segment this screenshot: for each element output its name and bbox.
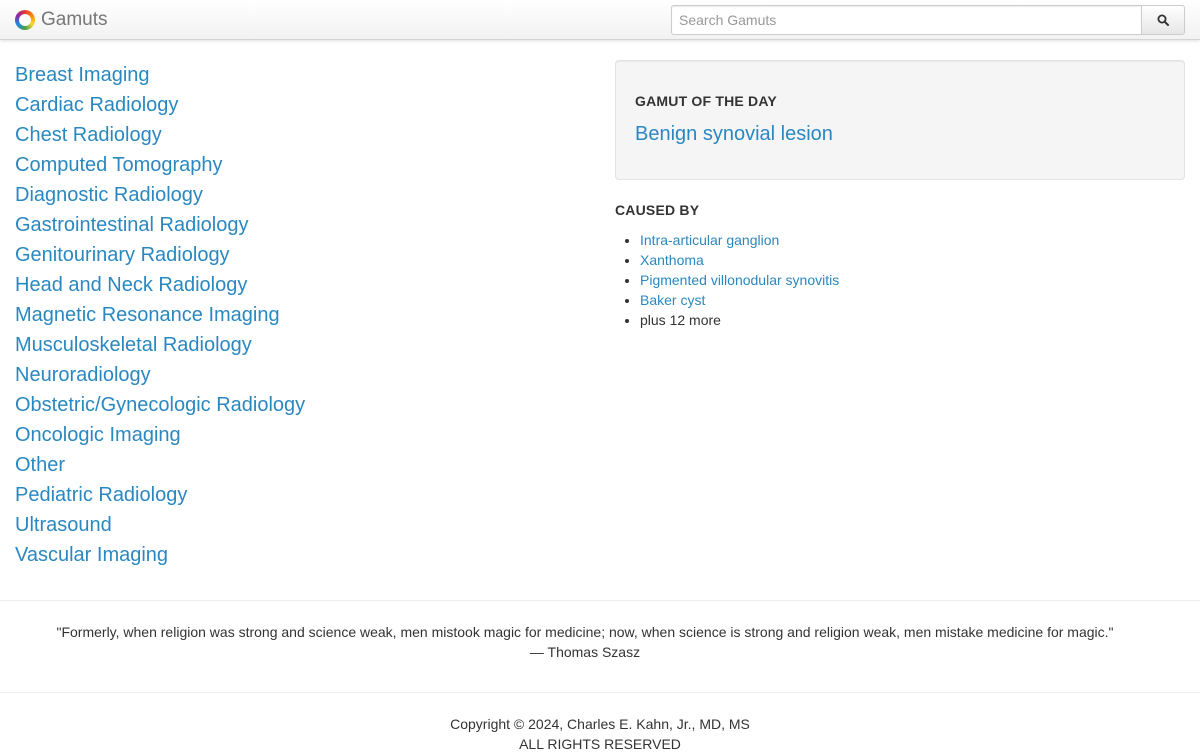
specialty-link[interactable]: Other <box>15 454 65 476</box>
list-item: Computed Tomography <box>15 150 575 180</box>
quote-text: "Formerly, when religion was strong and … <box>56 624 1114 640</box>
specialty-link[interactable]: Genitourinary Radiology <box>15 244 230 266</box>
divider <box>0 600 1200 601</box>
specialty-link[interactable]: Oncologic Imaging <box>15 424 181 446</box>
list-item: Baker cyst <box>640 290 839 310</box>
specialty-link[interactable]: Head and Neck Radiology <box>15 274 247 296</box>
search-button[interactable] <box>1141 5 1185 35</box>
list-item: Magnetic Resonance Imaging <box>15 300 575 330</box>
specialty-link[interactable]: Neuroradiology <box>15 364 151 386</box>
specialty-link[interactable]: Diagnostic Radiology <box>15 184 203 206</box>
list-item: plus 12 more <box>640 310 839 330</box>
list-item: Gastrointestinal Radiology <box>15 210 575 240</box>
search-icon <box>1157 14 1169 26</box>
caused-by-heading: CAUSED BY <box>615 202 700 218</box>
divider <box>0 692 1200 693</box>
rights-text: ALL RIGHTS RESERVED <box>519 736 681 752</box>
search-form <box>671 5 1185 35</box>
quote-block: "Formerly, when religion was strong and … <box>0 622 1170 662</box>
specialty-link[interactable]: Obstetric/Gynecologic Radiology <box>15 394 305 416</box>
specialty-link[interactable]: Gastrointestinal Radiology <box>15 214 248 236</box>
more-causes-text: plus 12 more <box>640 312 721 328</box>
list-item: Genitourinary Radiology <box>15 240 575 270</box>
cause-link[interactable]: Baker cyst <box>640 292 705 308</box>
list-item: Chest Radiology <box>15 120 575 150</box>
list-item: Diagnostic Radiology <box>15 180 575 210</box>
gamut-of-the-day-link[interactable]: Benign synovial lesion <box>635 123 833 146</box>
list-item: Ultrasound <box>15 510 575 540</box>
list-item: Obstetric/Gynecologic Radiology <box>15 390 575 420</box>
list-item: Neuroradiology <box>15 360 575 390</box>
list-item: Pigmented villonodular synovitis <box>640 270 839 290</box>
list-item: Xanthoma <box>640 250 839 270</box>
quote-author: — Thomas Szasz <box>529 644 641 660</box>
specialty-link[interactable]: Magnetic Resonance Imaging <box>15 304 280 326</box>
specialty-link[interactable]: Pediatric Radiology <box>15 484 187 506</box>
navbar: Gamuts <box>0 0 1200 40</box>
specialty-link[interactable]: Chest Radiology <box>15 124 162 146</box>
cause-link[interactable]: Pigmented villonodular synovitis <box>640 272 839 288</box>
specialty-list: Breast Imaging Cardiac Radiology Chest R… <box>15 60 575 570</box>
specialty-link[interactable]: Ultrasound <box>15 514 112 536</box>
footer: Copyright © 2024, Charles E. Kahn, Jr., … <box>0 714 1200 754</box>
gamut-of-the-day-panel: GAMUT OF THE DAY Benign synovial lesion <box>615 60 1185 180</box>
brand-link[interactable]: Gamuts <box>15 8 108 32</box>
list-item: Musculoskeletal Radiology <box>15 330 575 360</box>
list-item: Other <box>15 450 575 480</box>
copyright-text: Copyright © 2024, Charles E. Kahn, Jr., … <box>450 716 750 732</box>
specialty-link[interactable]: Vascular Imaging <box>15 544 168 566</box>
specialty-link[interactable]: Computed Tomography <box>15 154 223 176</box>
list-item: Cardiac Radiology <box>15 90 575 120</box>
specialty-link[interactable]: Cardiac Radiology <box>15 94 178 116</box>
list-item: Intra-articular ganglion <box>640 230 839 250</box>
list-item: Breast Imaging <box>15 60 575 90</box>
cause-link[interactable]: Intra-articular ganglion <box>640 232 779 248</box>
specialty-link[interactable]: Musculoskeletal Radiology <box>15 334 252 356</box>
cause-link[interactable]: Xanthoma <box>640 252 704 268</box>
list-item: Head and Neck Radiology <box>15 270 575 300</box>
search-input[interactable] <box>671 5 1141 35</box>
list-item: Pediatric Radiology <box>15 480 575 510</box>
gamuts-logo-icon <box>15 10 35 30</box>
brand-name: Gamuts <box>41 9 108 30</box>
caused-by-list: Intra-articular ganglion Xanthoma Pigmen… <box>615 230 839 330</box>
gamut-of-the-day-heading: GAMUT OF THE DAY <box>635 93 777 109</box>
list-item: Oncologic Imaging <box>15 420 575 450</box>
list-item: Vascular Imaging <box>15 540 575 570</box>
specialty-link[interactable]: Breast Imaging <box>15 64 150 86</box>
